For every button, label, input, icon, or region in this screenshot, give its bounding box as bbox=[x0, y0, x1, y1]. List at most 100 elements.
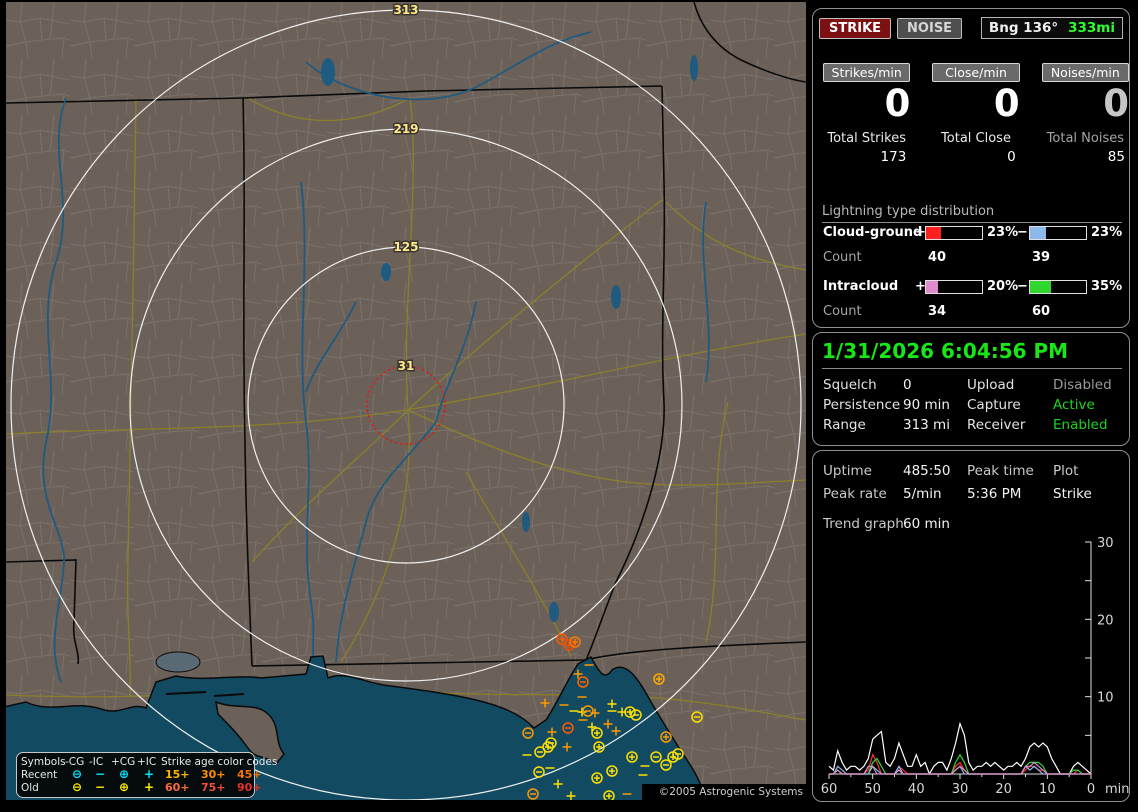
peak-rate-label: Peak rate bbox=[823, 486, 887, 502]
total-close-label: Total Close bbox=[941, 131, 1011, 146]
svg-text:20: 20 bbox=[1097, 613, 1114, 628]
recent-ic-minus-icon: − bbox=[94, 767, 106, 781]
strikes-per-min-button[interactable]: Strikes/min bbox=[823, 63, 911, 82]
cg-count-label: Count bbox=[823, 250, 862, 265]
legend-col-cgm: -CG bbox=[65, 755, 85, 768]
stats-trend-panel: Uptime 485:50 Peak time Plot Peak rate 5… bbox=[812, 450, 1130, 802]
capture-status: Active bbox=[1053, 397, 1095, 413]
legend-symbols-header: Symbols bbox=[21, 755, 66, 768]
old-ic-minus-icon: − bbox=[94, 780, 106, 794]
recent-cg-plus-icon: ⊕ bbox=[118, 767, 130, 781]
ic-plus-bar bbox=[925, 280, 983, 294]
noise-mode-button[interactable]: NOISE bbox=[897, 17, 963, 39]
minus-sign: − bbox=[1017, 225, 1028, 240]
cg-plus-count: 40 bbox=[928, 250, 947, 265]
age-75: 75+ bbox=[201, 781, 226, 794]
old-cg-minus-icon: ⊖ bbox=[71, 780, 83, 794]
intracloud-count-row: Count 34 60 bbox=[813, 304, 1129, 319]
bearing-label: Bng 136° bbox=[988, 20, 1059, 36]
old-cg-plus-icon: ⊕ bbox=[118, 780, 130, 794]
svg-text:40: 40 bbox=[908, 782, 925, 797]
age-45: 45+ bbox=[237, 768, 262, 781]
plot-label: Plot bbox=[1053, 463, 1079, 479]
legend-old-label: Old bbox=[21, 781, 39, 794]
status-panel: 1/31/2026 6:04:56 PM Squelch 0 Upload Di… bbox=[812, 332, 1130, 446]
uptime-value: 485:50 bbox=[903, 463, 951, 479]
uptime-label: Uptime bbox=[823, 463, 872, 479]
cloud-ground-count-row: Count 40 39 bbox=[813, 250, 1129, 265]
distribution-title: Lightning type distribution bbox=[822, 204, 1122, 223]
age-90: 90+ bbox=[237, 781, 262, 794]
total-noises-value: 85 bbox=[1107, 149, 1125, 165]
total-noises-label: Total Noises bbox=[1046, 131, 1124, 146]
legend-col-cgp: +CG bbox=[111, 755, 136, 768]
svg-text:30: 30 bbox=[1097, 536, 1114, 551]
ic-minus-count: 60 bbox=[1032, 304, 1051, 319]
plot-value: Strike bbox=[1053, 486, 1092, 502]
svg-text:125: 125 bbox=[393, 240, 418, 254]
upload-label: Upload bbox=[967, 377, 1015, 393]
cg-plus-bar bbox=[925, 226, 983, 240]
svg-text:30: 30 bbox=[952, 782, 969, 797]
svg-text:31: 31 bbox=[398, 359, 415, 373]
age-30: 30+ bbox=[201, 768, 226, 781]
peak-time-value: 5:36 PM bbox=[967, 486, 1022, 502]
recent-ic-plus-icon: + bbox=[143, 767, 155, 781]
range-value: 313 mi bbox=[903, 417, 950, 433]
ic-plus-pct: 20% bbox=[987, 279, 1019, 294]
close-per-min-button[interactable]: Close/min bbox=[932, 63, 1020, 82]
svg-text:10: 10 bbox=[1039, 782, 1056, 797]
peak-rate-value: 5/min bbox=[903, 486, 942, 502]
intracloud-label: Intracloud bbox=[823, 279, 899, 294]
persistence-value: 90 min bbox=[903, 397, 950, 413]
svg-text:0: 0 bbox=[1087, 782, 1095, 797]
strike-mode-button[interactable]: STRIKE bbox=[819, 17, 892, 39]
symbol-legend: Symbols -CG -IC +CG +IC Strike age color… bbox=[16, 752, 277, 798]
cloud-ground-label: Cloud-ground bbox=[823, 225, 923, 240]
legend-age-title: Strike age color codes bbox=[161, 755, 278, 768]
ic-minus-bar bbox=[1029, 280, 1087, 294]
ic-minus-pct: 35% bbox=[1091, 279, 1123, 294]
map-canvas: 31 125 219 313 bbox=[3, 2, 807, 812]
svg-text:50: 50 bbox=[864, 782, 881, 797]
total-close-value: 0 bbox=[1007, 149, 1016, 165]
lightning-map[interactable]: 31 125 219 313 bbox=[3, 2, 807, 812]
upload-status: Disabled bbox=[1053, 377, 1112, 393]
legend-col-icp: +IC bbox=[137, 755, 157, 768]
age-60: 60+ bbox=[165, 781, 190, 794]
cloud-ground-row: Cloud-ground + 23% − 23% bbox=[813, 225, 1129, 240]
cg-plus-pct: 23% bbox=[987, 225, 1019, 240]
noises-per-min-button[interactable]: Noises/min bbox=[1041, 63, 1129, 82]
trend-graph: 10 20 30 60 50 40 30 20 10 0 min bbox=[821, 536, 1129, 797]
close-per-min-value: 0 bbox=[993, 82, 1020, 125]
range-label: Range bbox=[823, 417, 866, 433]
copyright-text: ©2005 Astrogenic Systems bbox=[642, 784, 806, 801]
svg-text:219: 219 bbox=[393, 122, 418, 136]
receiver-status: Enabled bbox=[1053, 417, 1108, 433]
cg-minus-bar bbox=[1029, 226, 1087, 240]
svg-text:10: 10 bbox=[1097, 691, 1114, 706]
legend-recent-label: Recent bbox=[21, 768, 58, 781]
app-root: { "map": { "rings": [ {"label":"31","r":… bbox=[0, 0, 1138, 812]
date-time: 1/31/2026 6:04:56 PM bbox=[822, 339, 1122, 369]
intracloud-row: Intracloud + 20% − 35% bbox=[813, 279, 1129, 294]
squelch-value: 0 bbox=[903, 377, 912, 393]
old-ic-plus-icon: + bbox=[143, 780, 155, 794]
strike-counters-panel: STRIKE NOISE Bng 136° 333mi Strikes/min … bbox=[812, 8, 1130, 328]
persistence-label: Persistence bbox=[823, 397, 901, 413]
strikes-per-min-value: 0 bbox=[884, 82, 911, 125]
svg-text:min: min bbox=[1105, 782, 1129, 797]
bearing-range: 333mi bbox=[1068, 20, 1115, 36]
recent-cg-minus-icon: ⊖ bbox=[71, 767, 83, 781]
noises-per-min-value: 0 bbox=[1103, 82, 1129, 125]
receiver-label: Receiver bbox=[967, 417, 1026, 433]
svg-text:20: 20 bbox=[995, 782, 1012, 797]
peak-time-label: Peak time bbox=[967, 463, 1034, 479]
minus-sign: − bbox=[1017, 279, 1028, 294]
cg-minus-count: 39 bbox=[1032, 250, 1051, 265]
squelch-label: Squelch bbox=[823, 377, 877, 393]
ic-plus-count: 34 bbox=[928, 304, 947, 319]
total-strikes-label: Total Strikes bbox=[827, 131, 906, 146]
legend-col-icm: -IC bbox=[89, 755, 104, 768]
svg-text:60: 60 bbox=[821, 782, 838, 797]
